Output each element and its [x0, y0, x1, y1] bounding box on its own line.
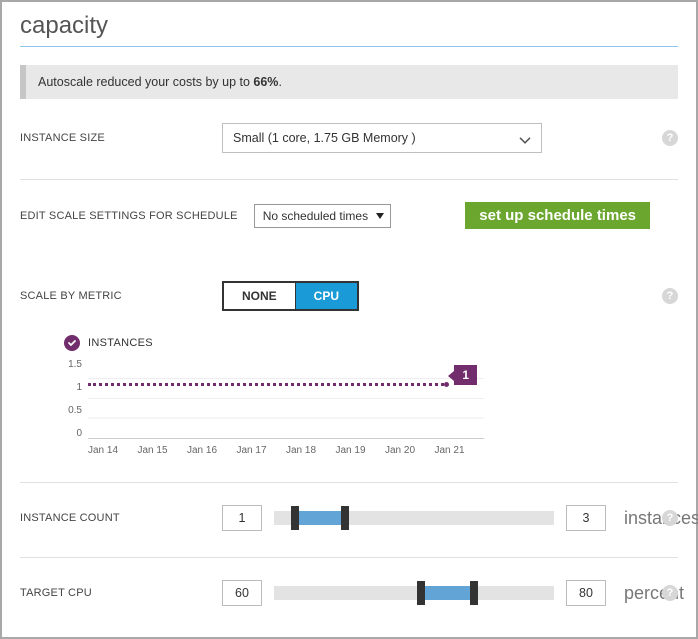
- target-cpu-slider[interactable]: [274, 586, 554, 600]
- chart-value-badge: 1: [454, 365, 477, 385]
- help-icon[interactable]: ?: [662, 130, 678, 146]
- page-title: capacity: [20, 2, 678, 46]
- schedule-label: EDIT SCALE SETTINGS FOR SCHEDULE: [20, 210, 238, 222]
- scale-metric-label: SCALE BY METRIC: [20, 290, 222, 302]
- banner-pct: 66%: [253, 75, 278, 89]
- slider-handle-low[interactable]: [417, 581, 425, 605]
- setup-schedule-button[interactable]: set up schedule times: [465, 202, 650, 229]
- chevron-down-icon: [519, 134, 531, 148]
- instance-size-select[interactable]: Small (1 core, 1.75 GB Memory ): [222, 123, 542, 153]
- metric-option-none[interactable]: NONE: [224, 283, 296, 309]
- banner-suffix: .: [278, 75, 281, 89]
- instances-chart: INSTANCES 1.5 1 0.5 0 1 Jan 14 Jan 15 Ja…: [64, 335, 484, 456]
- divider: [20, 557, 678, 558]
- instance-size-value: Small (1 core, 1.75 GB Memory ): [233, 131, 416, 145]
- divider: [20, 179, 678, 180]
- target-cpu-label: TARGET CPU: [20, 587, 222, 599]
- instance-size-label: INSTANCE SIZE: [20, 132, 222, 144]
- ytick: 0.5: [64, 405, 82, 416]
- slider-handle-high[interactable]: [470, 581, 478, 605]
- title-underline: [20, 46, 678, 47]
- cost-banner: Autoscale reduced your costs by up to 66…: [20, 65, 678, 99]
- xtick: Jan 18: [286, 445, 336, 456]
- metric-option-cpu[interactable]: CPU: [296, 283, 357, 309]
- chart-y-axis: 1.5 1 0.5 0: [64, 359, 88, 439]
- xtick: Jan 16: [187, 445, 237, 456]
- metric-toggle-group: NONE CPU: [222, 281, 359, 311]
- divider: [20, 482, 678, 483]
- chart-title: INSTANCES: [88, 337, 153, 349]
- ytick: 1: [64, 382, 82, 393]
- target-cpu-min[interactable]: 60: [222, 580, 262, 606]
- check-circle-icon: [64, 335, 80, 351]
- triangle-down-icon: [376, 213, 384, 219]
- instance-count-min[interactable]: 1: [222, 505, 262, 531]
- instance-count-unit: instances: [624, 508, 698, 529]
- banner-prefix: Autoscale reduced your costs by up to: [38, 75, 253, 89]
- xtick: Jan 17: [237, 445, 287, 456]
- xtick: Jan 20: [385, 445, 435, 456]
- chart-x-axis: Jan 14 Jan 15 Jan 16 Jan 17 Jan 18 Jan 1…: [88, 439, 484, 456]
- schedule-value: No scheduled times: [263, 209, 368, 223]
- slider-handle-low[interactable]: [291, 506, 299, 530]
- help-icon[interactable]: ?: [662, 288, 678, 304]
- instance-count-max[interactable]: 3: [566, 505, 606, 531]
- help-icon[interactable]: ?: [662, 510, 678, 526]
- xtick: Jan 21: [435, 445, 485, 456]
- chart-plot: 1: [88, 359, 484, 439]
- xtick: Jan 19: [336, 445, 386, 456]
- help-icon[interactable]: ?: [662, 585, 678, 601]
- instance-count-label: INSTANCE COUNT: [20, 512, 222, 524]
- ytick: 1.5: [64, 359, 82, 370]
- schedule-select[interactable]: No scheduled times: [254, 204, 391, 228]
- slider-handle-high[interactable]: [341, 506, 349, 530]
- ytick: 0: [64, 428, 82, 439]
- instance-count-slider[interactable]: [274, 511, 554, 525]
- chart-data-line: [88, 383, 444, 386]
- xtick: Jan 14: [88, 445, 138, 456]
- xtick: Jan 15: [138, 445, 188, 456]
- target-cpu-max[interactable]: 80: [566, 580, 606, 606]
